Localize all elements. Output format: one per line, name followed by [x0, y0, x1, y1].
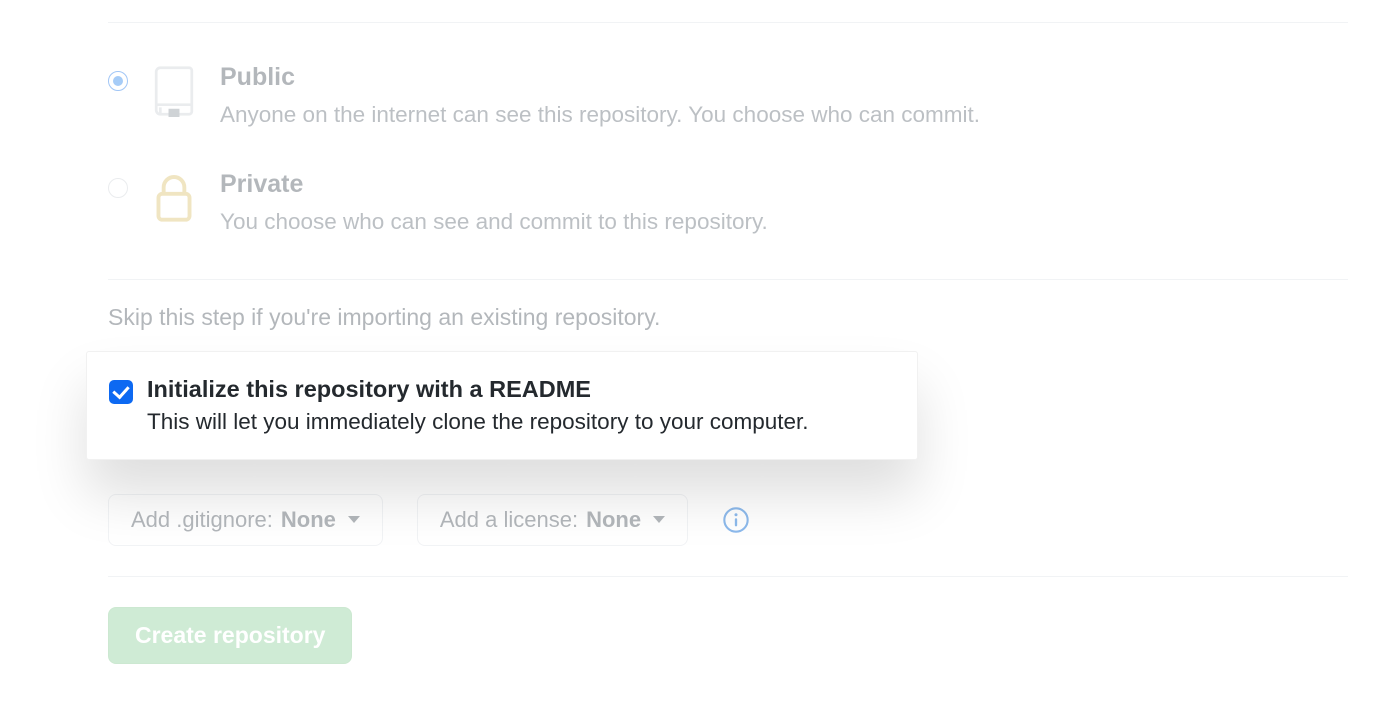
gitignore-label: Add .gitignore:	[131, 507, 273, 533]
dropdown-row: Add .gitignore: None Add a license: None	[108, 494, 1348, 546]
chevron-down-icon	[348, 516, 360, 523]
gitignore-dropdown[interactable]: Add .gitignore: None	[108, 494, 383, 546]
info-icon[interactable]	[722, 506, 750, 534]
readme-desc: This will let you immediately clone the …	[147, 409, 809, 435]
license-value: None	[586, 507, 641, 533]
lock-icon	[150, 170, 198, 226]
divider	[108, 22, 1348, 23]
visibility-public-row: Public Anyone on the internet can see th…	[108, 63, 1348, 132]
license-dropdown[interactable]: Add a license: None	[417, 494, 688, 546]
visibility-public-title: Public	[220, 63, 980, 92]
create-repository-button[interactable]: Create repository	[108, 607, 352, 664]
visibility-private-title: Private	[220, 170, 768, 199]
visibility-public-radio[interactable]	[108, 71, 128, 91]
visibility-private-row: Private You choose who can see and commi…	[108, 170, 1348, 239]
divider	[108, 279, 1348, 280]
readme-title: Initialize this repository with a README	[147, 376, 809, 403]
visibility-private-radio[interactable]	[108, 178, 128, 198]
visibility-private-desc: You choose who can see and commit to thi…	[220, 205, 768, 239]
gitignore-value: None	[281, 507, 336, 533]
visibility-public-desc: Anyone on the internet can see this repo…	[220, 98, 980, 132]
repo-icon	[150, 63, 198, 117]
chevron-down-icon	[653, 516, 665, 523]
license-label: Add a license:	[440, 507, 578, 533]
readme-checkbox[interactable]	[109, 380, 133, 404]
skip-step-text: Skip this step if you're importing an ex…	[108, 304, 1348, 331]
divider	[108, 576, 1348, 577]
readme-card: Initialize this repository with a README…	[86, 351, 918, 460]
